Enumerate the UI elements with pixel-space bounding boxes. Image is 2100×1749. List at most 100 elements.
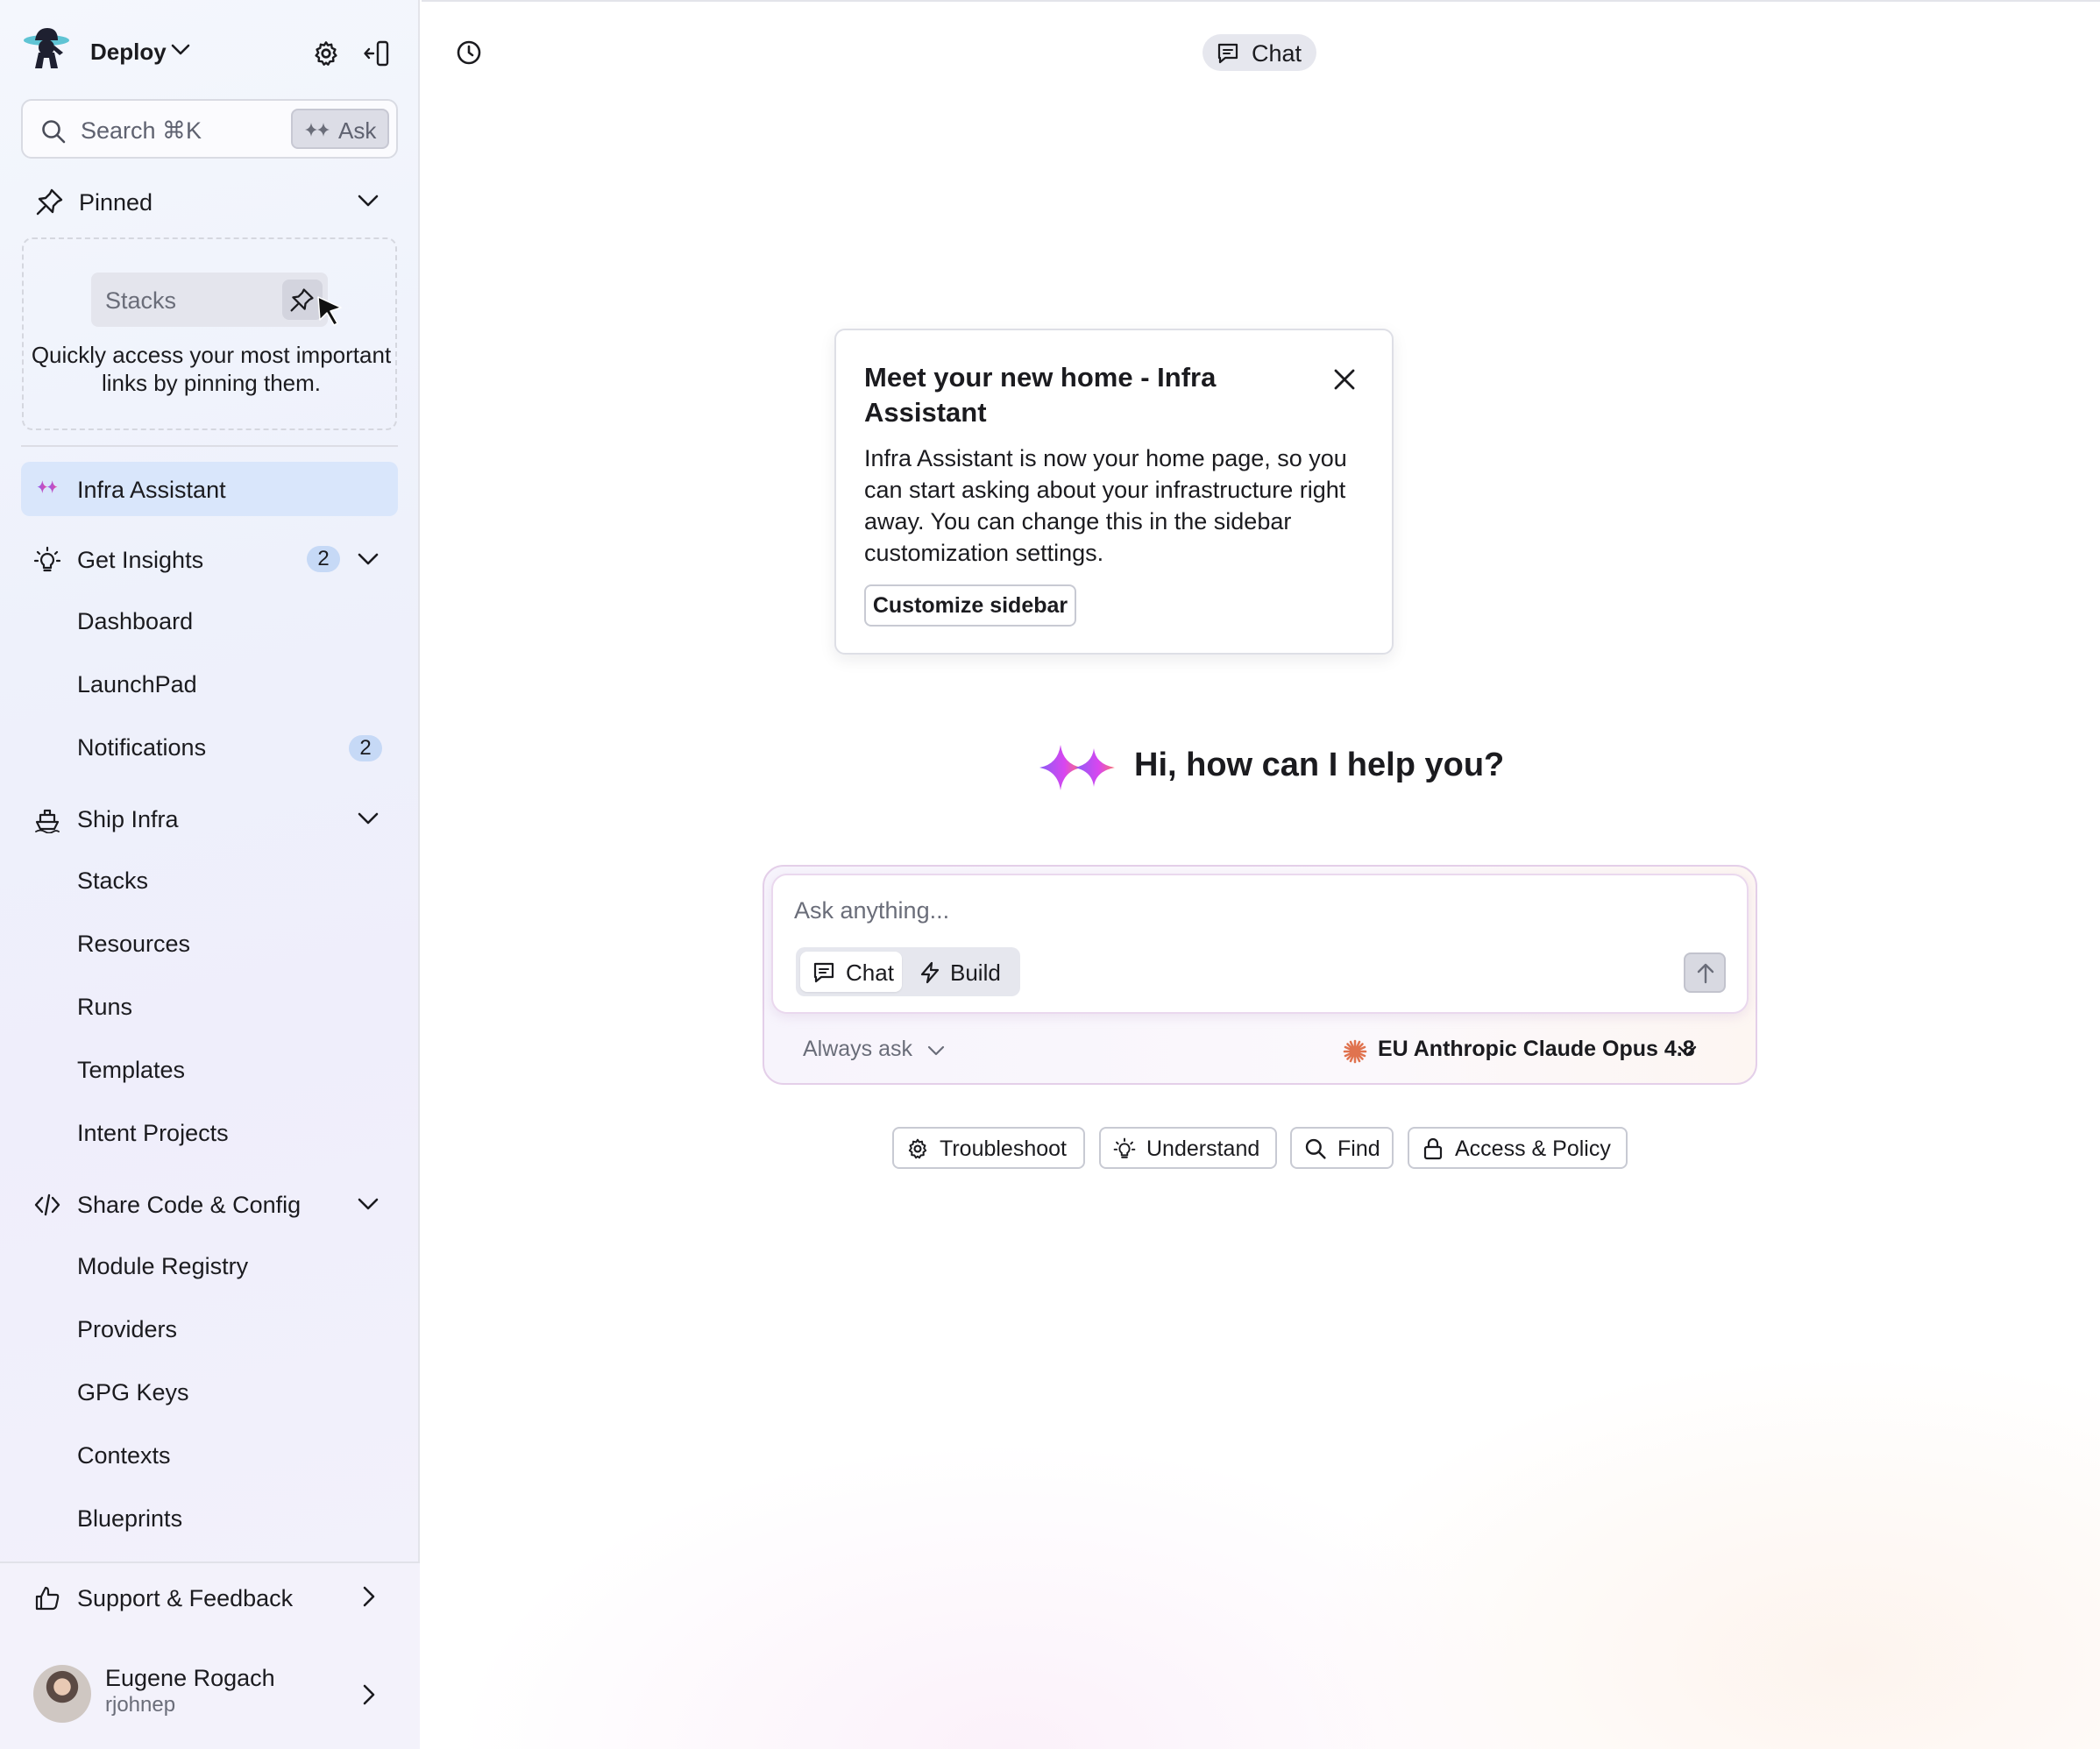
suggestion-label: Troubleshoot [940,1136,1067,1161]
search-icon [42,120,66,144]
history-icon[interactable] [455,39,483,67]
permission-dropdown[interactable]: Always ask [803,1037,912,1062]
onboarding-popover: Meet your new home - Infra Assistant Inf… [834,329,1394,655]
sidebar-item-gpg-keys[interactable]: GPG Keys [77,1379,189,1414]
ask-label: Ask [338,117,377,144]
greeting-heading: Hi, how can I help you? [1134,747,1505,783]
sidebar-item-infra-assistant[interactable]: Infra Assistant [21,462,398,516]
code-icon [34,1193,60,1216]
ask-button[interactable]: Ask [291,109,389,149]
pinned-example-label: Stacks [105,287,177,314]
sparkle-icon [1039,745,1115,790]
sidebar-item-label: Share Code & Config [77,1192,302,1218]
pinned-empty-state: Stacks Quickly access your most importan… [22,237,397,430]
logo-icon [24,28,69,68]
sidebar-divider [21,445,398,447]
sidebar-item-templates[interactable]: Templates [77,1057,185,1092]
lock-icon [1423,1137,1443,1160]
sidebar-item-label: Ship Infra [77,806,179,832]
sidebar-item-ship-infra[interactable]: Ship Infra [21,791,398,846]
chevron-down-icon[interactable] [927,1045,945,1056]
sidebar-item-notifications[interactable]: Notifications [77,734,206,769]
pinned-example-chip: Stacks [91,273,328,327]
sidebar-item-providers[interactable]: Providers [77,1316,177,1351]
chevron-down-icon[interactable] [358,195,379,207]
sidebar-item-intent-projects[interactable]: Intent Projects [77,1120,229,1155]
workspace-name[interactable]: Deploy [90,39,167,66]
main-panel: Chat Meet your new home - Infra Assistan… [422,0,2100,1749]
chat-pill-label: Chat [1252,40,1302,67]
sidebar-item-label: Infra Assistant [77,477,226,503]
suggestion-understand[interactable]: Understand [1099,1127,1277,1169]
popover-body: Infra Assistant is now your home page, s… [864,445,1347,566]
suggestion-troubleshoot[interactable]: Troubleshoot [892,1127,1085,1169]
mode-chat-button[interactable]: Chat [800,952,902,992]
mode-chat-label: Chat [846,959,894,986]
model-selector[interactable]: EU Anthropic Claude Opus 4.8 [1378,1037,1695,1062]
lightning-icon [920,961,940,984]
close-icon[interactable] [1332,367,1357,392]
sidebar-item-launchpad[interactable]: LaunchPad [77,671,197,706]
sidebar-item-runs[interactable]: Runs [77,994,132,1029]
customize-sidebar-button[interactable]: Customize sidebar [864,584,1076,627]
search-placeholder: Search ⌘K [81,117,202,144]
chevron-down-icon[interactable] [1678,1045,1697,1057]
collapse-sidebar-icon[interactable] [363,39,393,68]
mode-build-button[interactable]: Build [912,952,1015,992]
sparkle-icon [305,123,330,137]
pin-icon [36,188,63,216]
sidebar-item-dashboard[interactable]: Dashboard [77,608,193,643]
chevron-right-icon[interactable] [363,1586,375,1607]
sidebar-footer: Support & Feedback Eugene Rogach rjohnep [0,1561,420,1749]
sidebar-item-label: Get Insights [77,547,204,573]
chevron-down-icon[interactable] [358,812,379,825]
ship-icon [35,809,60,833]
avatar[interactable] [33,1665,91,1723]
user-handle: rjohnep [105,1693,176,1717]
sidebar-item-contexts[interactable]: Contexts [77,1442,171,1477]
pinned-section-header[interactable]: Pinned [21,180,398,223]
pin-icon [290,288,314,312]
cursor-icon [317,296,342,326]
search-icon [1305,1138,1326,1159]
sidebar-item-share-code[interactable]: Share Code & Config [21,1177,398,1231]
ask-input[interactable] [794,891,1671,930]
chat-mode-indicator[interactable]: Chat [1203,34,1316,71]
notifications-badge: 2 [349,735,382,761]
suggestion-find[interactable]: Find [1290,1127,1394,1169]
suggestion-label: Access & Policy [1455,1136,1611,1161]
sidebar-item-get-insights[interactable]: Get Insights 2 [21,532,398,586]
popover-title: Meet your new home - Infra Assistant [864,362,1217,428]
chevron-right-icon[interactable] [363,1684,375,1705]
suggestion-label: Find [1337,1136,1380,1161]
mode-toggle: Chat Build [796,947,1020,996]
chevron-down-icon[interactable] [358,1198,379,1210]
sidebar-item-blueprints[interactable]: Blueprints [77,1505,182,1540]
suggestion-label: Understand [1146,1136,1260,1161]
pinned-help-text: Quickly access your most important links… [31,342,392,396]
arrow-up-icon [1697,963,1714,984]
lightbulb-icon [1113,1137,1136,1158]
composer: Chat Build Always ask EU Anthropic Claud… [763,865,1757,1085]
user-name[interactable]: Eugene Rogach [105,1665,275,1692]
sidebar-item-module-registry[interactable]: Module Registry [77,1253,248,1288]
search-input[interactable]: Search ⌘K Ask [21,99,398,159]
chat-bubble-icon [1217,43,1238,64]
sidebar-item-resources[interactable]: Resources [77,931,190,966]
composer-input-area: Chat Build [771,874,1749,1014]
mode-build-label: Build [950,959,1001,986]
anthropic-icon [1343,1039,1367,1064]
sidebar-item-stacks[interactable]: Stacks [77,867,148,903]
chevron-down-icon[interactable] [171,44,190,56]
pinned-label: Pinned [79,189,153,216]
thumbs-up-icon [35,1586,60,1611]
sidebar-item-support-feedback[interactable]: Support & Feedback [21,1570,398,1625]
suggestion-access-policy[interactable]: Access & Policy [1408,1127,1628,1169]
send-button[interactable] [1684,952,1726,993]
sidebar: Deploy Search ⌘K Ask Pinned Stacks Quick… [0,0,420,1749]
sidebar-item-label: Support & Feedback [77,1585,294,1611]
gear-icon[interactable] [312,39,340,67]
status-badge: 2 [307,546,340,572]
sparkle-icon [37,480,58,493]
chevron-down-icon[interactable] [358,553,379,565]
